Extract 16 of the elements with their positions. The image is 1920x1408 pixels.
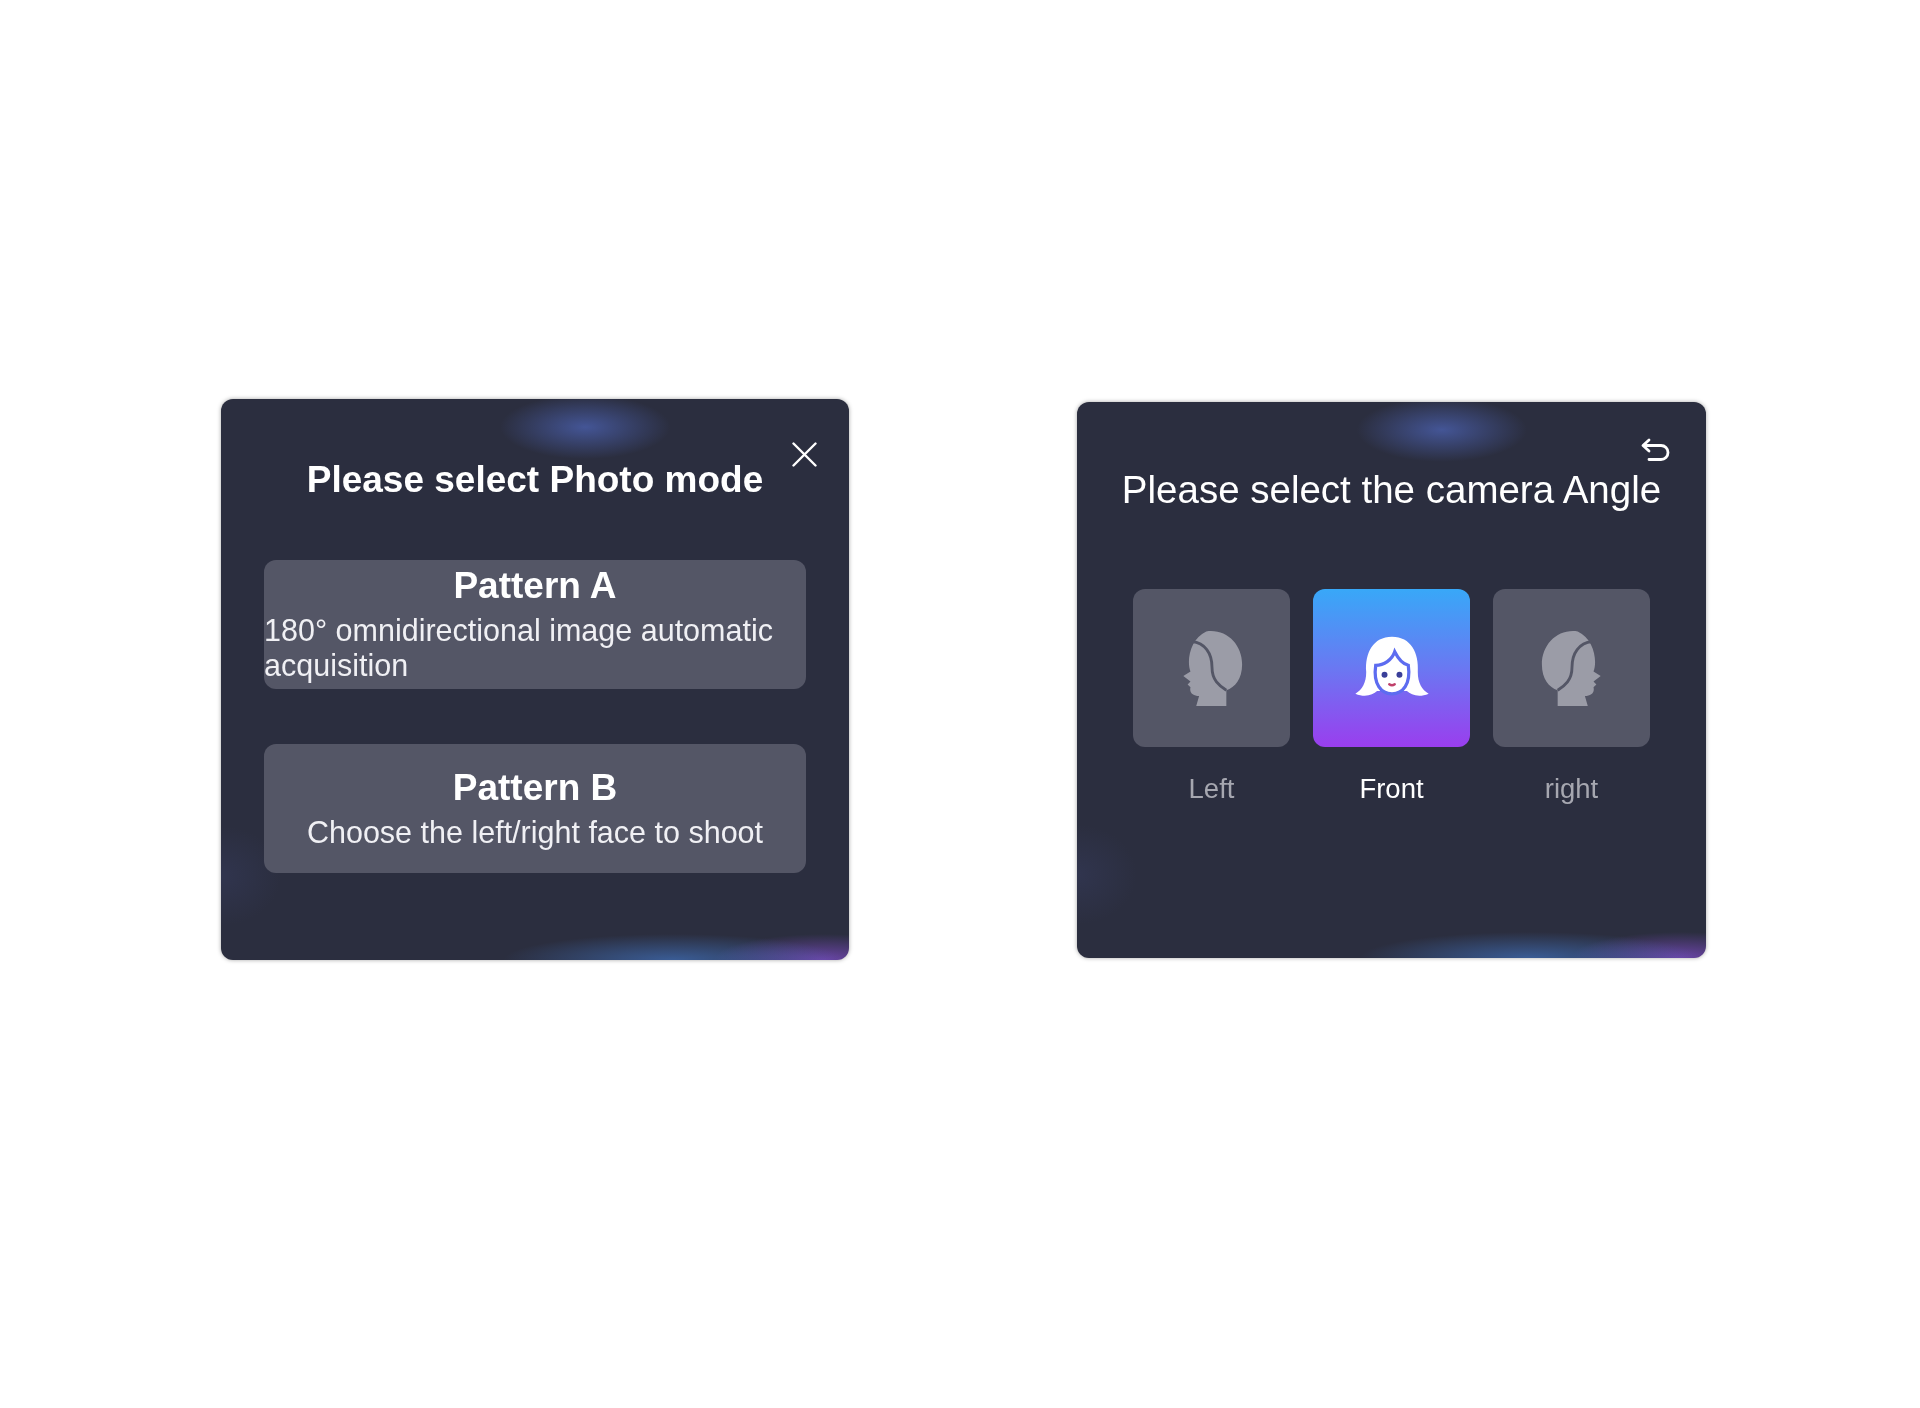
- option-title: Pattern B: [452, 767, 618, 808]
- back-arrow-icon[interactable]: [1640, 438, 1671, 462]
- close-icon[interactable]: [792, 442, 817, 467]
- pattern-option-card[interactable]: Pattern B Choose the left/right face to shoot: [264, 744, 806, 873]
- dialog-title: Please select Photo mode: [305, 458, 765, 502]
- angle-label: Front: [1359, 772, 1424, 806]
- angle-option-tile[interactable]: [1313, 589, 1470, 747]
- angle-label: Left: [1188, 772, 1235, 806]
- angle-label: right: [1544, 772, 1599, 806]
- pattern-option-card[interactable]: Pattern A 180° omnidirectional image automatic acquisition: [264, 560, 806, 689]
- angle-option-tile[interactable]: [1133, 589, 1290, 747]
- dialog-title: Please select the camera Angle: [1121, 468, 1662, 512]
- option-description: Choose the left/right face to shoot: [306, 814, 764, 850]
- option-title: Pattern A: [453, 566, 617, 606]
- option-description: 180° omnidirectional image automatic acquisition: [264, 613, 774, 683]
- angle-option-tile[interactable]: [1493, 589, 1650, 747]
